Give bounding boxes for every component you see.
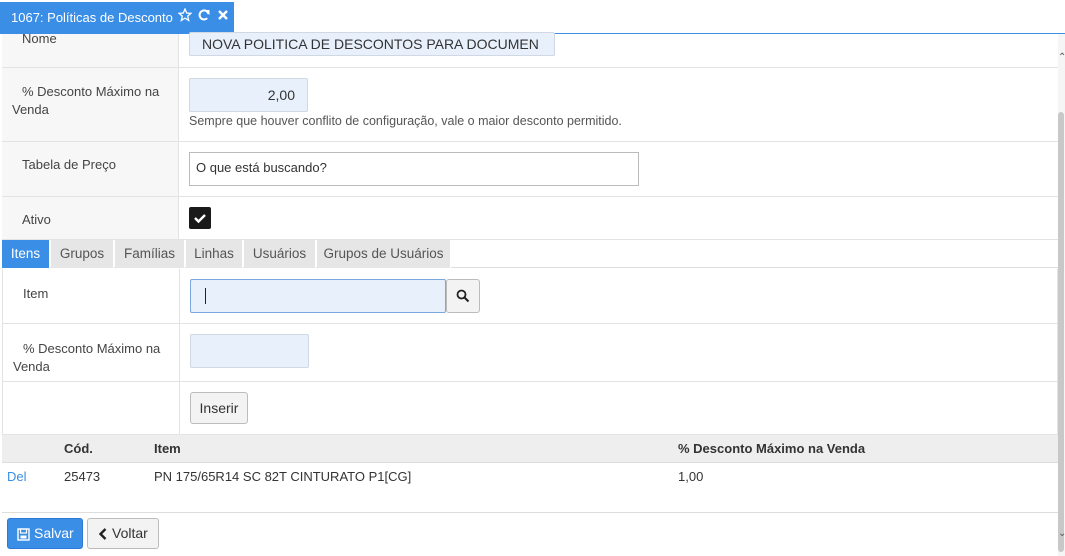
row-item: Item [2,269,1058,324]
header-cod: Cód. [64,441,93,456]
salvar-label: Salvar [34,525,74,541]
refresh-icon[interactable] [197,2,211,21]
row-tabela-preco: Tabela de Preço O que está buscando? [2,142,1058,197]
desconto-label-line1: % Desconto Máximo na [22,84,160,99]
window-tab[interactable]: 1067: Políticas de Desconto [0,2,234,33]
desconto-label-line2: Venda [12,102,49,117]
item-search-button[interactable] [446,279,480,313]
tab-bar: Itens Grupos Famílias Linhas Usuários Gr… [2,240,1058,268]
tab-grupos-de-usuarios[interactable]: Grupos de Usuários [317,240,451,268]
vertical-scrollbar[interactable] [1058,34,1065,556]
row-nome: Nome NOVA POLITICA DE DESCONTOS PARA DOC… [2,31,1058,68]
delete-link[interactable]: Del [7,463,27,491]
chevron-left-icon [98,528,107,540]
voltar-button[interactable]: Voltar [87,518,159,549]
ativo-label: Ativo [22,212,51,227]
row-item-desconto: % Desconto Máximo na Venda [2,324,1058,382]
voltar-label: Voltar [112,525,148,541]
header-item: Item [154,441,181,456]
text-cursor [205,288,206,304]
tab-grupos[interactable]: Grupos [51,240,114,268]
tab-linhas[interactable]: Linhas [186,240,243,268]
row-desconto-maximo: % Desconto Máximo na Venda 2,00 Sempre q… [2,68,1058,142]
window-tab-title: 1067: Políticas de Desconto [11,10,173,25]
tab-itens[interactable]: Itens [2,240,50,268]
save-icon [17,528,30,541]
tabela-label: Tabela de Preço [22,157,116,172]
tab-usuarios[interactable]: Usuários [244,240,316,268]
item-desconto-input[interactable] [190,334,309,368]
item-label: Item [23,286,49,301]
header-desconto: % Desconto Máximo na Venda [678,441,866,456]
item-desconto-label-line1: % Desconto Máximo na [23,341,161,356]
salvar-button[interactable]: Salvar [7,518,83,549]
ativo-checkbox[interactable] [189,207,211,229]
cell-desconto: 1,00 [678,469,704,484]
item-desconto-label-line2: Venda [13,359,50,374]
tab-familias[interactable]: Famílias [115,240,185,268]
row-ativo: Ativo [2,197,1058,240]
scrollbar-thumb[interactable] [1058,112,1064,552]
tabela-preco-search-input[interactable]: O que está buscando? [189,152,639,186]
cell-item: PN 175/65R14 SC 82T CINTURATO P1[CG] [154,469,412,484]
itens-table-header: Cód. Item % Desconto Máximo na Venda [2,435,1058,463]
row-inserir: Inserir [2,382,1058,435]
close-icon[interactable] [216,2,230,20]
item-input[interactable] [190,279,446,313]
check-icon [194,214,206,224]
nome-input[interactable]: NOVA POLITICA DE DESCONTOS PARA DOCUMEN [189,32,555,56]
footer-bar [2,512,1058,556]
scroll-down-icon[interactable]: ⌄ [1058,528,1065,539]
star-icon[interactable] [177,2,193,22]
table-row: Del 25473 PN 175/65R14 SC 82T CINTURATO … [2,463,1058,493]
scroll-up-icon[interactable]: ⌃ [1058,52,1065,63]
inserir-button[interactable]: Inserir [190,392,248,424]
nome-label: Nome [22,31,57,46]
desconto-help-text: Sempre que houver conflito de configuraç… [189,114,622,128]
cell-cod: 25473 [64,469,101,484]
desconto-maximo-input[interactable]: 2,00 [189,78,308,112]
search-icon [456,289,470,303]
window-tab-bar: 1067: Políticas de Desconto [0,0,1065,34]
